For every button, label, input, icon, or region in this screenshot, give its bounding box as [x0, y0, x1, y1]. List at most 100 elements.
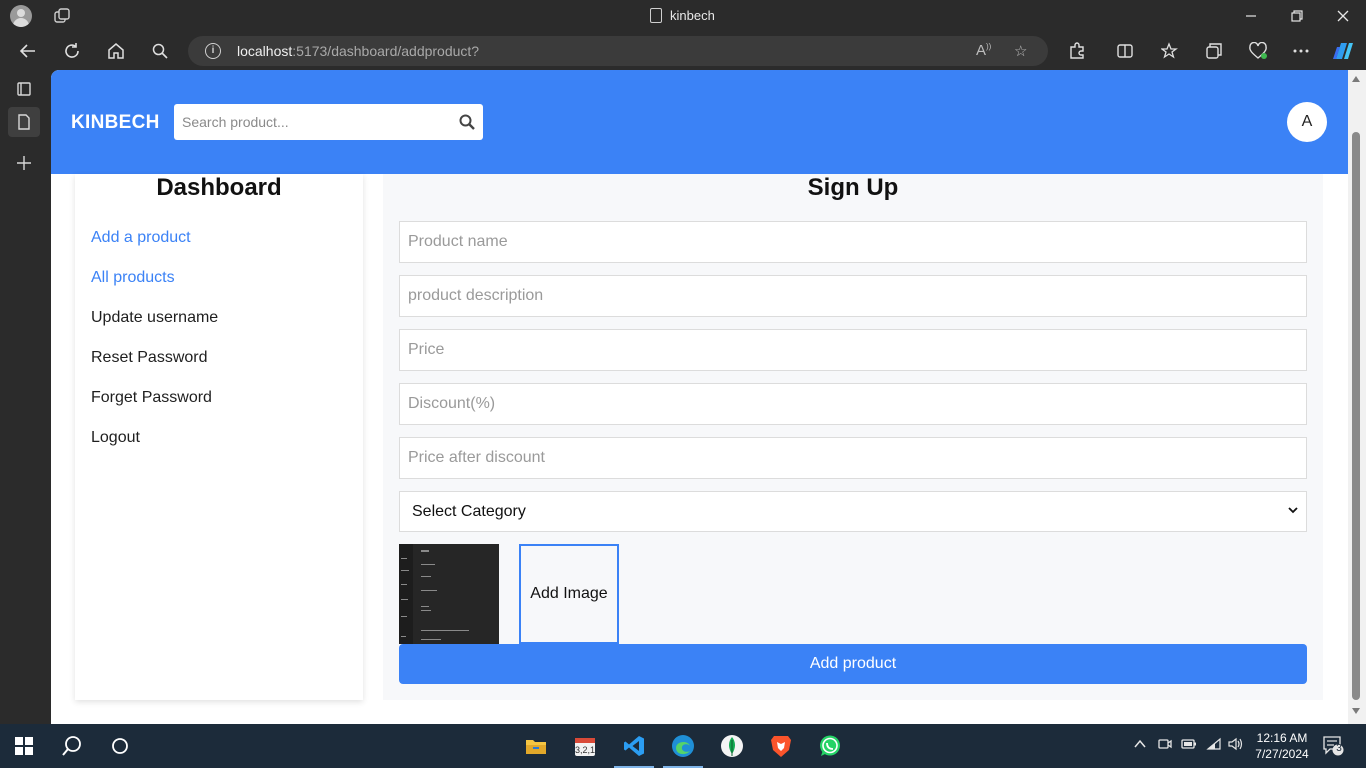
tab-actions-icon — [17, 82, 31, 96]
uploaded-image-thumbnail[interactable] — [399, 544, 499, 644]
battery-icon — [1181, 739, 1196, 749]
minimize-button[interactable] — [1228, 0, 1274, 32]
price-field — [399, 329, 1307, 371]
search-input[interactable] — [174, 104, 444, 140]
tab-title-text: kinbech — [670, 8, 715, 23]
battery-icon[interactable] — [1181, 737, 1197, 754]
screenshot-thumbnail-image — [399, 544, 499, 644]
favorites-button[interactable] — [1159, 40, 1181, 62]
folder-icon — [526, 740, 546, 754]
vertical-tab-kinbech[interactable] — [8, 107, 40, 137]
refresh-button[interactable] — [61, 40, 83, 62]
favorite-star-icon[interactable]: ☆ — [1014, 42, 1027, 60]
restore-button[interactable] — [1274, 0, 1320, 32]
url-path: :5173/dashboard/addproduct? — [292, 43, 480, 59]
sidebar-item-all-products[interactable]: All products — [91, 269, 175, 287]
taskbar-edge[interactable] — [659, 724, 707, 768]
site-info-icon[interactable]: i — [205, 43, 221, 59]
page-scrollbar[interactable] — [1348, 70, 1366, 724]
minimize-icon — [1246, 15, 1256, 17]
brand-logo[interactable]: KINBECH — [71, 112, 160, 134]
product-name-field — [399, 221, 1307, 263]
home-icon — [108, 43, 124, 59]
action-center-button[interactable]: 3 — [1322, 734, 1344, 759]
windows-logo-icon — [15, 737, 33, 755]
split-screen-icon — [1117, 44, 1133, 58]
add-product-form: Sign Up Select Category — [383, 174, 1323, 700]
cortana-button[interactable] — [96, 724, 144, 768]
meet-now-icon[interactable] — [1158, 737, 1172, 754]
search-box — [174, 104, 483, 140]
wifi-icon[interactable] — [1206, 737, 1222, 754]
product-name-input[interactable] — [400, 222, 1306, 262]
taskbar-search-button[interactable] — [48, 724, 96, 768]
product-description-input[interactable] — [400, 276, 1306, 316]
product-description-field — [399, 275, 1307, 317]
tab-actions-button[interactable] — [13, 78, 35, 100]
close-button[interactable] — [1320, 0, 1366, 32]
sidebar-item-logout[interactable]: Logout — [91, 429, 140, 447]
back-button[interactable] — [17, 40, 39, 62]
copilot-icon — [1333, 43, 1353, 59]
start-button[interactable] — [0, 724, 48, 768]
back-arrow-icon — [19, 44, 35, 58]
calendar-icon: 3,2,1 — [575, 738, 595, 756]
chevron-down-icon — [1288, 507, 1298, 514]
page-viewport: KINBECH A Dashboard Add a product All pr… — [51, 70, 1366, 724]
add-image-button[interactable]: Add Image — [519, 544, 619, 644]
restore-icon — [1291, 10, 1303, 22]
favorites-icon — [1161, 42, 1178, 59]
profile-icon[interactable] — [10, 5, 32, 27]
site-header: KINBECH A — [51, 70, 1348, 174]
user-avatar[interactable]: A — [1287, 102, 1327, 142]
search-web-button[interactable] — [149, 40, 171, 62]
browser-essentials-button[interactable] — [1247, 40, 1269, 62]
url-text[interactable]: localhost:5173/dashboard/addproduct? — [237, 43, 479, 59]
extensions-button[interactable] — [1066, 40, 1088, 62]
settings-more-button[interactable] — [1290, 40, 1312, 62]
workspaces-icon[interactable] — [54, 8, 70, 24]
collections-button[interactable] — [1203, 40, 1225, 62]
address-bar[interactable]: i localhost:5173/dashboard/addproduct? A… — [188, 36, 1048, 66]
scroll-down-arrow-icon[interactable] — [1352, 708, 1360, 714]
notification-count: 3 — [1336, 743, 1342, 754]
new-tab-button[interactable] — [13, 152, 35, 174]
form-title: Sign Up — [807, 174, 899, 201]
close-icon — [1337, 10, 1349, 22]
split-screen-button[interactable] — [1114, 40, 1136, 62]
clock-date: 7/27/2024 — [1255, 747, 1309, 761]
mongodb-leaf-icon — [721, 735, 743, 757]
copilot-button[interactable] — [1332, 40, 1354, 62]
taskbar-calendar-app[interactable]: 3,2,1 — [561, 724, 609, 768]
refresh-icon — [65, 43, 79, 58]
category-select[interactable]: Select Category — [399, 491, 1307, 532]
taskbar-brave[interactable] — [757, 724, 805, 768]
taskbar-mongodb-compass[interactable] — [708, 724, 756, 768]
sidebar-item-update-username[interactable]: Update username — [91, 309, 218, 327]
tab-title[interactable]: kinbech — [650, 8, 715, 23]
page-icon — [18, 114, 30, 130]
sidebar-item-reset-password[interactable]: Reset Password — [91, 349, 208, 367]
puzzle-icon — [1070, 42, 1084, 59]
browser-toolbar: i localhost:5173/dashboard/addproduct? A… — [0, 32, 1366, 70]
add-product-button[interactable]: Add product — [399, 644, 1307, 684]
taskbar-clock[interactable]: 12:16 AM 7/27/2024 — [1254, 730, 1310, 762]
windows-taskbar: 3,2,1 12:16 AM 7/27/2024 3 — [0, 724, 1366, 768]
wifi-icon — [1206, 737, 1221, 750]
search-icon[interactable] — [459, 114, 475, 130]
scrollbar-thumb[interactable] — [1352, 132, 1360, 700]
show-hidden-icons-button[interactable] — [1133, 737, 1147, 754]
taskbar-vscode[interactable] — [610, 724, 658, 768]
volume-icon[interactable] — [1228, 737, 1244, 754]
read-aloud-icon[interactable]: A)) — [976, 42, 991, 59]
sidebar-item-add-product[interactable]: Add a product — [91, 229, 191, 247]
scroll-up-arrow-icon[interactable] — [1352, 76, 1360, 82]
taskbar-file-explorer[interactable] — [512, 724, 560, 768]
taskbar-whatsapp[interactable] — [806, 724, 854, 768]
price-after-discount-input[interactable] — [400, 438, 1306, 478]
edge-icon — [672, 735, 694, 757]
discount-input[interactable] — [400, 384, 1306, 424]
sidebar-item-forget-password[interactable]: Forget Password — [91, 389, 212, 407]
home-button[interactable] — [105, 40, 127, 62]
price-input[interactable] — [400, 330, 1306, 370]
